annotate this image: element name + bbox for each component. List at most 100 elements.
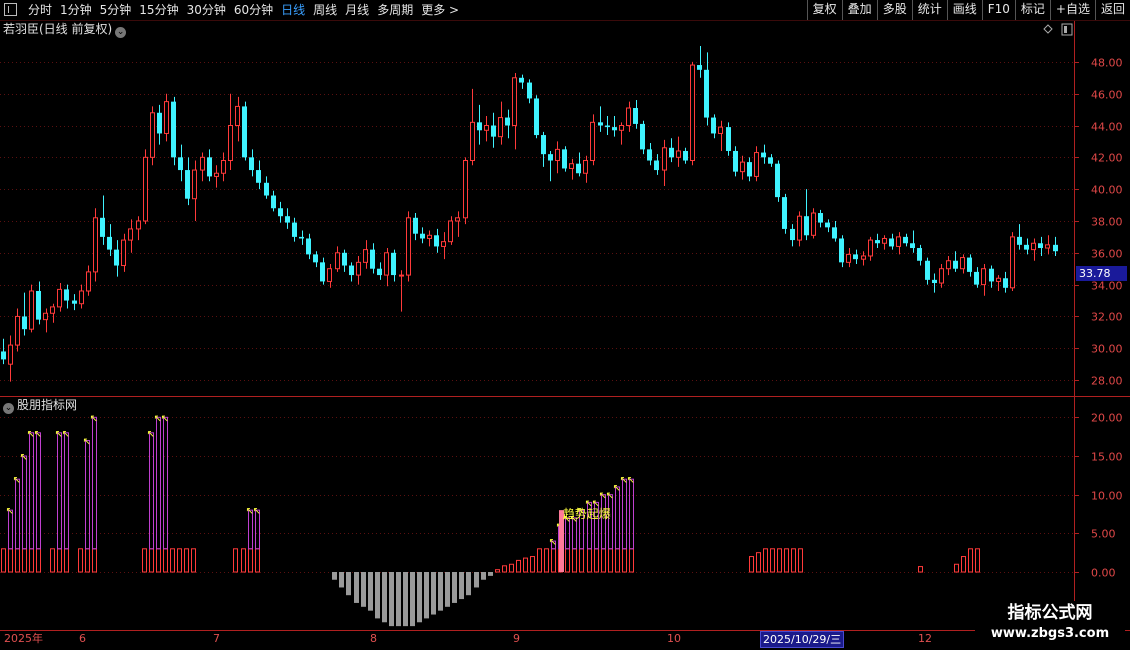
price-tick-label: 36.00	[1091, 248, 1123, 261]
indicator-bar-base	[551, 548, 556, 573]
current-price-tag: 33.78	[1076, 266, 1127, 281]
indicator-bar-base	[495, 569, 500, 573]
indicator-bar-negative	[481, 572, 486, 580]
indicator-bar-negative	[361, 572, 366, 607]
indicator-bar-negative	[410, 572, 415, 627]
indicator-bar-negative	[474, 572, 479, 588]
chart-canvas[interactable]: 48.00 46.00 44.00 42.00 40.00 38.00 36.00 34.00…	[0, 0, 1130, 650]
chevron-down-icon[interactable]: ⌄	[3, 403, 14, 414]
candle-body-down	[832, 227, 837, 239]
candle-body-down	[932, 279, 937, 284]
candle-body-up	[363, 249, 368, 263]
price-tick-label: 48.00	[1091, 57, 1123, 70]
indicator-bar-base	[572, 548, 577, 573]
watermark-url: www.zbgs3.com	[990, 626, 1110, 641]
candle-body-down	[342, 252, 347, 266]
candle-body-up	[214, 172, 219, 177]
price-tick-label: 32.00	[1091, 311, 1123, 324]
candle-body-up	[164, 101, 169, 134]
indicator-bar-base	[587, 548, 592, 573]
candle-body-down	[370, 249, 375, 269]
indicator-bar-negative	[488, 572, 493, 576]
indicator-bar-base	[191, 548, 196, 573]
candle-body-down	[107, 236, 112, 250]
indicator-bar-base	[961, 556, 966, 573]
indicator-marker-icon: ↖	[90, 413, 98, 424]
candle-body-up	[555, 148, 560, 162]
candle-body-down	[839, 238, 844, 263]
indicator-marker-icon: ↖	[83, 437, 91, 448]
candle-body-up	[8, 344, 13, 365]
panel-corner-icons	[1043, 23, 1073, 36]
indicator-marker-icon: ↖	[253, 506, 261, 517]
indicator-bar-base	[756, 552, 761, 573]
candle-body-down	[505, 117, 510, 126]
indicator-bar-base	[29, 548, 34, 573]
candle-body-down	[598, 122, 603, 126]
indicator-bar-base	[64, 548, 69, 573]
indicator-bar-base	[516, 559, 521, 573]
candle-body-down	[420, 233, 425, 239]
price-tick-label: 30.00	[1091, 343, 1123, 356]
candle-body-down	[647, 149, 652, 161]
candle-body-down	[669, 147, 674, 158]
indicator-bar-base	[241, 548, 246, 573]
diamond-icon[interactable]	[1043, 24, 1053, 34]
candle-body-down	[377, 268, 382, 276]
price-tick-label: 42.00	[1091, 152, 1123, 165]
indicator-bar-base	[537, 548, 542, 573]
indicator-bar-negative	[431, 572, 436, 615]
candle-body-up	[384, 252, 389, 276]
price-tick-label: 38.00	[1091, 216, 1123, 229]
chevron-down-icon[interactable]: ⌄	[115, 27, 127, 38]
price-tick-label: 44.00	[1091, 121, 1123, 134]
candle-body-down	[875, 240, 880, 244]
indicator-tick-label: 0.00	[1091, 567, 1116, 580]
candle-body-down	[1038, 243, 1043, 249]
indicator-bar-base	[954, 563, 959, 573]
indicator-title: 股朋指标网	[17, 398, 78, 412]
candle-body-up	[93, 217, 98, 273]
candle-body-up	[228, 125, 233, 162]
indicator-bar-base	[777, 548, 782, 573]
candle-body-down	[256, 170, 261, 183]
indicator-marker-icon: ↖	[62, 429, 70, 440]
candle-body-down	[612, 127, 617, 131]
candle-body-down	[903, 236, 908, 244]
candle-body-down	[434, 235, 439, 247]
candle-body-up	[512, 77, 517, 127]
candle-body-up	[86, 271, 91, 292]
indicator-bar-base	[92, 548, 97, 573]
indicator-bar-level	[57, 432, 62, 550]
price-tick-label: 34.00	[1091, 280, 1123, 293]
candle-body-down	[790, 228, 795, 241]
candle-body-up	[192, 169, 197, 200]
candle-body-down	[1003, 278, 1008, 288]
indicator-bar-base	[502, 565, 507, 573]
price-tick-label: 28.00	[1091, 375, 1123, 388]
indicator-marker-icon: ↖	[147, 429, 155, 440]
indicator-bar-negative	[382, 572, 387, 623]
indicator-bar-negative	[466, 572, 471, 596]
candle-body-up	[121, 239, 126, 267]
candle-body-down	[889, 238, 894, 247]
panel-toggle-inner-icon	[1064, 26, 1067, 33]
date-label-dec: 12	[918, 632, 932, 645]
date-label-jun: 6	[79, 632, 86, 645]
candle-body-down	[989, 268, 994, 282]
price-tick-label: 40.00	[1091, 184, 1123, 197]
indicator-bar-base	[177, 548, 182, 573]
candle-body-down	[171, 101, 176, 158]
candle-body-up	[327, 268, 332, 282]
indicator-bar-base	[78, 548, 83, 573]
candle-body-up	[690, 64, 695, 162]
candle-body-down	[683, 150, 688, 161]
candle-body-down	[1, 351, 6, 360]
candle-body-up	[484, 125, 489, 131]
candle-body-down	[306, 238, 311, 255]
indicator-bar-negative	[332, 572, 337, 580]
candle-body-up	[718, 126, 723, 134]
candle-body-down	[207, 157, 212, 177]
sub-panel-title: ⌄ 股朋指标网	[3, 398, 77, 414]
candle-body-down	[910, 243, 915, 249]
